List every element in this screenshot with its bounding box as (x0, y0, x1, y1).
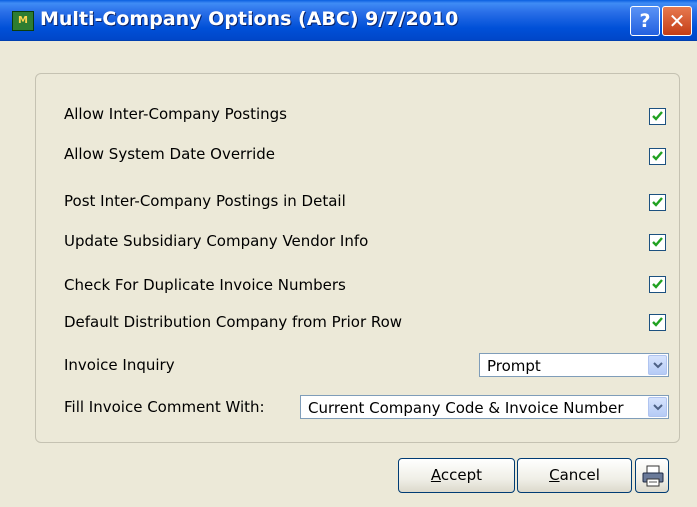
printer-icon (642, 465, 664, 487)
option-label-check-duplicate-invoice-numbers: Check For Duplicate Invoice Numbers (64, 276, 346, 294)
app-icon: M (12, 11, 34, 31)
cancel-button[interactable]: Cancel (517, 458, 632, 493)
fill-invoice-comment-value: Current Company Code & Invoice Number (308, 399, 624, 417)
accept-label-rest: ccept (440, 466, 483, 484)
accept-button[interactable]: Accept (398, 458, 515, 493)
checkmark-icon (652, 151, 663, 161)
help-button[interactable]: ? (630, 6, 660, 36)
invoice-inquiry-value: Prompt (487, 357, 541, 375)
option-label-allow-system-date-override: Allow System Date Override (64, 145, 276, 163)
fill-invoice-comment-label: Fill Invoice Comment With: (64, 398, 265, 416)
cancel-label-rest: ancel (559, 466, 600, 484)
fill-invoice-comment-select[interactable]: Current Company Code & Invoice Number (300, 395, 669, 419)
window-title: Multi-Company Options (ABC) 9/7/2010 (40, 8, 459, 30)
allow-system-date-override-checkbox[interactable] (649, 148, 666, 165)
invoice-inquiry-label: Invoice Inquiry (64, 356, 175, 374)
invoice-inquiry-select[interactable]: Prompt (479, 353, 669, 377)
chevron-down-icon (653, 404, 663, 411)
cancel-mnemonic: C (549, 466, 560, 484)
checkmark-icon (652, 237, 663, 247)
checkmark-icon (652, 279, 663, 289)
option-label-allow-inter-company-postings: Allow Inter-Company Postings (64, 105, 287, 123)
print-button[interactable] (635, 458, 669, 493)
allow-inter-company-postings-checkbox[interactable] (649, 108, 666, 125)
option-label-post-inter-company-postings-detail: Post Inter-Company Postings in Detail (64, 192, 346, 210)
chevron-down-icon (653, 362, 663, 369)
close-button[interactable]: ✕ (662, 6, 692, 36)
default-distribution-company-checkbox[interactable] (649, 314, 666, 331)
title-bar[interactable]: M Multi-Company Options (ABC) 9/7/2010 ?… (0, 0, 697, 41)
invoice-inquiry-dropdown-button[interactable] (648, 355, 667, 375)
accept-mnemonic: A (430, 466, 441, 484)
checkmark-icon (652, 197, 663, 207)
multi-company-options-dialog: M Multi-Company Options (ABC) 9/7/2010 ?… (0, 0, 697, 507)
option-label-update-subsidiary-vendor-info: Update Subsidiary Company Vendor Info (64, 232, 369, 250)
option-label-default-distribution-company: Default Distribution Company from Prior … (64, 313, 403, 331)
update-subsidiary-vendor-info-checkbox[interactable] (649, 234, 666, 251)
checkmark-icon (652, 317, 663, 327)
options-group (35, 73, 680, 443)
post-inter-company-detail-checkbox[interactable] (649, 194, 666, 211)
checkmark-icon (652, 111, 663, 121)
check-duplicate-invoice-numbers-checkbox[interactable] (649, 276, 666, 293)
fill-invoice-comment-dropdown-button[interactable] (648, 397, 667, 417)
